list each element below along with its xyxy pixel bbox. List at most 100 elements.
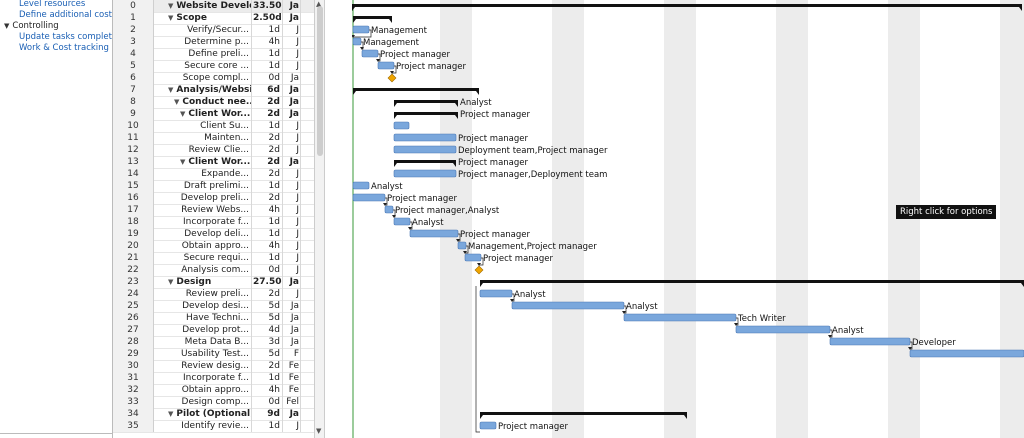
cell-id[interactable]: 35	[113, 420, 154, 432]
cell-dur[interactable]: 0d	[253, 396, 283, 408]
cell-id[interactable]: 11	[113, 132, 154, 144]
cell-id[interactable]: 1	[113, 12, 154, 24]
cell-id[interactable]: 17	[113, 204, 154, 216]
cell-name[interactable]: Review Clie...	[154, 144, 252, 156]
cell-dur[interactable]: 3d	[253, 336, 283, 348]
task-bar[interactable]	[393, 169, 457, 178]
cell-start[interactable]: Fe	[284, 384, 301, 396]
dependency-arrow-icon[interactable]	[390, 71, 394, 74]
cell-start[interactable]: Ja	[284, 276, 301, 288]
dependency-arrow-icon[interactable]	[510, 299, 514, 302]
scrollbar-thumb[interactable]	[317, 6, 323, 156]
cell-id[interactable]: 34	[113, 408, 154, 420]
cell-id[interactable]: 9	[113, 108, 154, 120]
cell-start[interactable]: J	[284, 192, 301, 204]
cell-name[interactable]: Determine p...	[154, 36, 252, 48]
cell-name[interactable]: ▼ Scope	[154, 12, 252, 24]
weekend-stripe[interactable]	[1000, 0, 1024, 438]
task-bar[interactable]	[384, 205, 394, 214]
cell-name[interactable]: Identify revie...	[154, 420, 252, 432]
dependency-arrow-icon[interactable]	[376, 59, 380, 62]
task-bar[interactable]	[457, 241, 467, 250]
milestone-marker[interactable]	[474, 265, 484, 275]
collapse-arrow-icon[interactable]: ▼	[180, 110, 185, 118]
cell-name[interactable]: Have Techni...	[154, 312, 252, 324]
dependency-arrow-icon[interactable]	[622, 311, 626, 314]
cell-start[interactable]: Ja	[284, 0, 301, 12]
cell-id[interactable]: 12	[113, 144, 154, 156]
cell-start[interactable]: J	[284, 120, 301, 132]
cell-dur[interactable]: 2d	[253, 96, 283, 108]
dependency-arrow-icon[interactable]	[360, 47, 364, 50]
summary-bar[interactable]	[353, 88, 479, 91]
cell-name[interactable]: Mainten...	[154, 132, 252, 144]
cell-name[interactable]: ▼Pilot (Optional)...	[154, 408, 252, 420]
cell-start[interactable]: Ja	[284, 96, 301, 108]
cell-id[interactable]: 26	[113, 312, 154, 324]
task-bar[interactable]	[393, 133, 457, 142]
cell-start[interactable]: J	[284, 252, 301, 264]
summary-cap-left[interactable]	[480, 283, 483, 287]
summary-bar[interactable]	[352, 4, 1022, 7]
cell-id[interactable]: 20	[113, 240, 154, 252]
cell-start[interactable]: J	[284, 264, 301, 276]
cell-start[interactable]: Ja	[284, 336, 301, 348]
gantt-chart[interactable]: Management Management Project manager Proje…	[352, 0, 1024, 438]
task-bar[interactable]	[393, 217, 411, 226]
cell-id[interactable]: 4	[113, 48, 154, 60]
cell-id[interactable]: 14	[113, 168, 154, 180]
cell-name[interactable]: Incorporate f...	[154, 216, 252, 228]
cell-id[interactable]: 6	[113, 72, 154, 84]
cell-name[interactable]: Review Webs...	[154, 204, 252, 216]
cell-name[interactable]: Analysis com...	[154, 264, 252, 276]
collapse-arrow-icon[interactable]: ▼	[168, 86, 173, 94]
scroll-down-icon[interactable]: ▼	[316, 427, 321, 435]
summary-bar[interactable]	[394, 100, 458, 103]
task-bar[interactable]	[352, 25, 370, 34]
cell-name[interactable]: Secure core ...	[154, 60, 252, 72]
cell-name[interactable]: Review desig...	[154, 360, 252, 372]
summary-cap-left[interactable]	[394, 163, 397, 167]
cell-start[interactable]: J	[284, 48, 301, 60]
cell-start[interactable]: Ja	[284, 12, 301, 24]
cell-dur[interactable]: 4h	[253, 240, 283, 252]
cell-dur[interactable]: 0d	[253, 264, 283, 276]
cell-dur[interactable]: 1d	[253, 48, 283, 60]
pane-splitter[interactable]	[325, 0, 353, 438]
cell-start[interactable]: J	[284, 144, 301, 156]
task-bar[interactable]	[393, 121, 410, 130]
cell-name[interactable]: Client Su...	[154, 120, 252, 132]
cell-dur[interactable]: 6d	[253, 84, 283, 96]
cell-dur[interactable]: 1d	[253, 372, 283, 384]
cell-start[interactable]: J	[284, 24, 301, 36]
cell-name[interactable]: ▼ Client Wor...	[154, 108, 252, 120]
vertical-scrollbar[interactable]: ▲ ▼	[314, 0, 325, 438]
cell-name[interactable]: ▼Analysis/Websi...	[154, 84, 252, 96]
cell-name[interactable]: Draft prelimi...	[154, 180, 252, 192]
task-bar[interactable]	[352, 181, 370, 190]
cell-name[interactable]: Secure requi...	[154, 252, 252, 264]
cell-id[interactable]: 22	[113, 264, 154, 276]
cell-id[interactable]: 0	[113, 0, 154, 12]
weekend-stripe[interactable]	[664, 0, 696, 438]
cell-dur[interactable]: 2d	[253, 144, 283, 156]
cell-id[interactable]: 25	[113, 300, 154, 312]
cell-name[interactable]: Obtain appro...	[154, 240, 252, 252]
cell-id[interactable]: 21	[113, 252, 154, 264]
cell-id[interactable]: 23	[113, 276, 154, 288]
task-bar[interactable]	[909, 349, 1024, 358]
dependency-arrow-icon[interactable]	[734, 323, 738, 326]
cell-dur[interactable]: 5d	[253, 300, 283, 312]
cell-id[interactable]: 32	[113, 384, 154, 396]
cell-name[interactable]: Design comp...	[154, 396, 252, 408]
cell-id[interactable]: 13	[113, 156, 154, 168]
summary-cap-right[interactable]	[389, 19, 392, 23]
cell-dur[interactable]: 5d	[253, 312, 283, 324]
sidebar-link-0[interactable]: Level resources	[19, 0, 85, 9]
cell-id[interactable]: 8	[113, 96, 154, 108]
cell-id[interactable]: 30	[113, 360, 154, 372]
task-bar[interactable]	[409, 229, 459, 238]
task-bar[interactable]	[352, 37, 362, 46]
cell-id[interactable]: 18	[113, 216, 154, 228]
task-bar[interactable]	[377, 61, 395, 70]
